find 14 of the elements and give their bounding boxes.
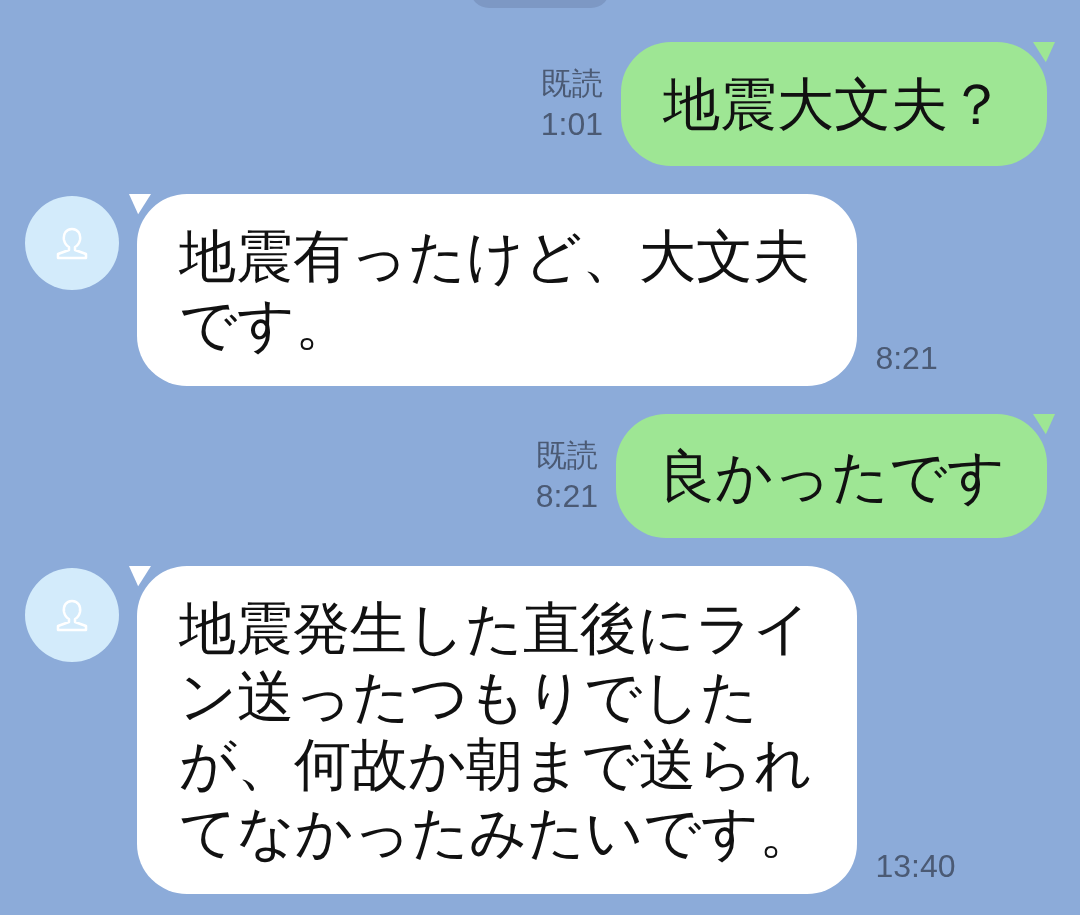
read-receipt: 既読: [541, 65, 603, 103]
bubble-tail: [1033, 414, 1055, 436]
bubble-tail: [129, 194, 151, 216]
message-time: 8:21: [535, 477, 598, 516]
message-time: 13:40: [875, 847, 956, 886]
message-bubble: 地震有ったけど、大文夫です。: [137, 194, 858, 386]
message-bubble: 良かったです: [616, 414, 1047, 538]
bubble-tail: [129, 566, 151, 588]
message-bubble: 地震発生した直後にライン送ったつもりでしたが、何故か朝まで送られてなかったみたいです。: [137, 566, 858, 894]
message-time: 8:21: [875, 339, 938, 378]
message-time: 1:01: [540, 105, 603, 144]
read-receipt: 既読: [536, 437, 598, 475]
message-bubble: 地震大文夫？: [621, 42, 1047, 166]
bubble-tail: [1033, 42, 1055, 64]
